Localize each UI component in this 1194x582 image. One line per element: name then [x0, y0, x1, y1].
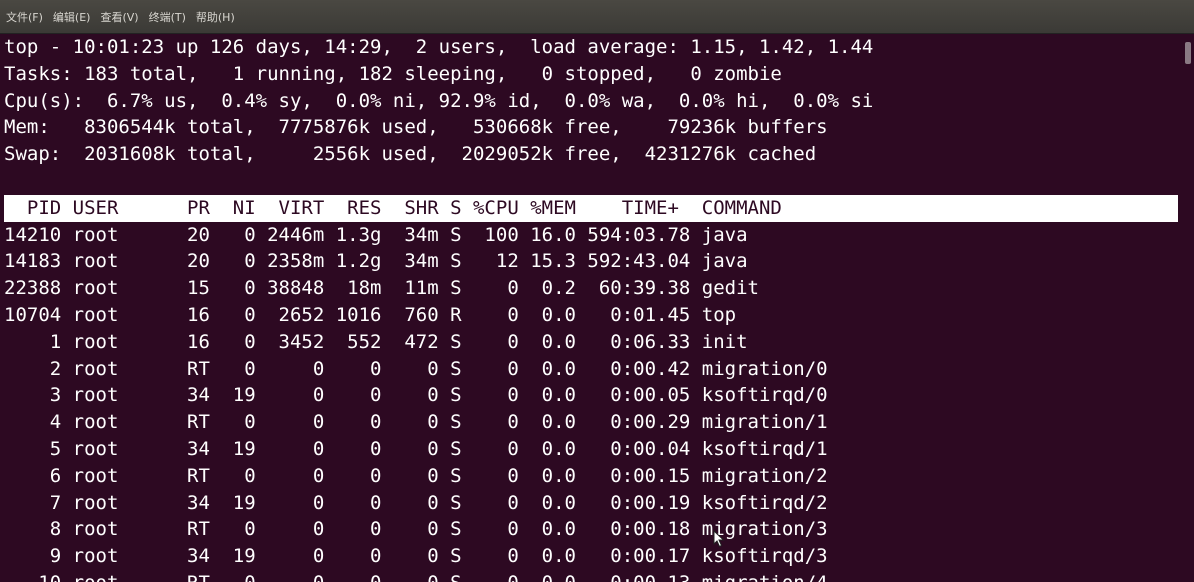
- process-row: 22388 root 15 0 38848 18m 11m S 0 0.2 60…: [4, 277, 759, 300]
- mem-line: Mem: 8306544k total, 7775876k used, 5306…: [4, 116, 828, 139]
- process-table-header: PID USER PR NI VIRT RES SHR S %CPU %MEM …: [4, 194, 1178, 222]
- menu-bar: 文件(F) 编辑(E) 查看(V) 终端(T) 帮助(H): [0, 0, 1194, 34]
- process-list: 14210 root 20 0 2446m 1.3g 34m S 100 16.…: [4, 222, 1182, 582]
- mouse-pointer-icon: [713, 530, 725, 548]
- process-row: 10704 root 16 0 2652 1016 760 R 0 0.0 0:…: [4, 303, 737, 326]
- process-row: 6 root RT 0 0 0 0 S 0 0.0 0:00.15 migrat…: [4, 464, 828, 487]
- terminal-scrollbar[interactable]: [1182, 34, 1194, 582]
- menu-view[interactable]: 查看(V): [100, 9, 138, 25]
- process-row: 7 root 34 19 0 0 0 S 0 0.0 0:00.19 ksoft…: [4, 491, 828, 514]
- menu-file[interactable]: 文件(F): [6, 9, 43, 25]
- swap-line: Swap: 2031608k total, 2556k used, 202905…: [4, 143, 817, 166]
- tasks-line: Tasks: 183 total, 1 running, 182 sleepin…: [4, 62, 782, 85]
- uptime-line: top - 10:01:23 up 126 days, 14:29, 2 use…: [4, 36, 874, 58]
- menu-help[interactable]: 帮助(H): [196, 9, 235, 25]
- process-row: 5 root 34 19 0 0 0 S 0 0.0 0:00.04 ksoft…: [4, 437, 828, 460]
- menu-edit[interactable]: 编辑(E): [53, 9, 91, 25]
- process-row: 9 root 34 19 0 0 0 S 0 0.0 0:00.17 ksoft…: [4, 545, 828, 568]
- cpu-line: Cpu(s): 6.7% us, 0.4% sy, 0.0% ni, 92.9%…: [4, 89, 874, 112]
- process-row: 10 root RT 0 0 0 0 S 0 0.0 0:00.13 migra…: [4, 570, 1182, 582]
- process-row: 1 root 16 0 3452 552 472 S 0 0.0 0:06.33…: [4, 330, 748, 353]
- process-row: 3 root 34 19 0 0 0 S 0 0.0 0:00.05 ksoft…: [4, 384, 828, 407]
- process-row: 14183 root 20 0 2358m 1.2g 34m S 12 15.3…: [4, 250, 748, 273]
- process-row: 2 root RT 0 0 0 0 S 0 0.0 0:00.42 migrat…: [4, 357, 828, 380]
- menu-terminal[interactable]: 终端(T): [149, 9, 186, 25]
- process-row: 14210 root 20 0 2446m 1.3g 34m S 100 16.…: [4, 223, 748, 246]
- scrollbar-thumb[interactable]: [1185, 42, 1191, 64]
- process-row: 8 root RT 0 0 0 0 S 0 0.0 0:00.18 migrat…: [4, 518, 828, 541]
- terminal-output[interactable]: top - 10:01:23 up 126 days, 14:29, 2 use…: [4, 34, 1182, 582]
- process-row: 4 root RT 0 0 0 0 S 0 0.0 0:00.29 migrat…: [4, 411, 828, 434]
